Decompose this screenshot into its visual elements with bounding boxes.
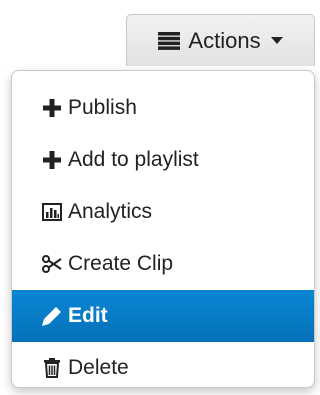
menu-item-create-clip[interactable]: Create Clip	[12, 238, 314, 290]
actions-button-label: Actions	[188, 27, 261, 53]
menu-item-label: Delete	[68, 356, 129, 379]
menu-item-analytics[interactable]: Analytics	[12, 186, 314, 238]
pencil-icon	[42, 306, 62, 326]
menu-item-publish[interactable]: Publish	[12, 82, 314, 134]
scissors-icon	[42, 254, 62, 274]
caret-down-icon	[270, 37, 283, 44]
menu-item-label: Create Clip	[68, 252, 174, 275]
plus-icon	[42, 98, 62, 118]
menu-item-label: Edit	[68, 304, 108, 327]
plus-icon	[42, 150, 62, 170]
menu-item-label: Analytics	[68, 200, 153, 223]
actions-dropdown-menu: Publish Add to playlist Analytics Create…	[11, 70, 315, 388]
menu-item-delete[interactable]: Delete	[12, 342, 314, 394]
actions-dropdown-button[interactable]: Actions	[126, 14, 315, 66]
menu-item-label: Add to playlist	[68, 148, 199, 171]
menu-item-add-to-playlist[interactable]: Add to playlist	[12, 134, 314, 186]
menu-item-label: Publish	[68, 96, 137, 119]
menu-item-edit[interactable]: Edit	[12, 290, 314, 342]
trash-icon	[42, 358, 62, 378]
list-icon	[158, 31, 181, 50]
bar-chart-icon	[42, 202, 62, 222]
page: Actions Publish Add to playlist Analytic…	[0, 0, 317, 395]
